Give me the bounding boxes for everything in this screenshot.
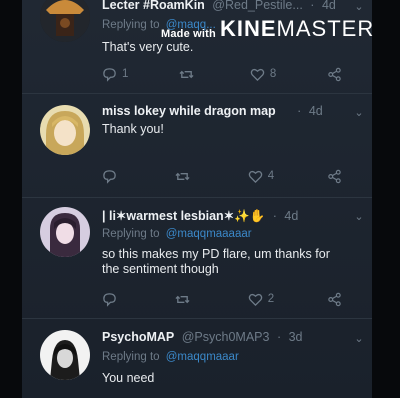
like-count: 8: [269, 68, 277, 80]
retweet-button[interactable]: [179, 67, 199, 82]
share-icon: [328, 67, 341, 81]
chevron-down-icon[interactable]: ⌄: [354, 334, 364, 345]
timestamp[interactable]: 3d: [289, 330, 303, 344]
tweet-text-line: so this makes my PD flare, um thanks for: [102, 247, 330, 261]
replying-to-label: Replying to: [102, 351, 160, 363]
replying-to-label: Replying to: [102, 228, 160, 240]
separator-dot: ·: [297, 104, 302, 118]
heart-icon: [250, 68, 265, 81]
tweet-header: PsychoMAP @Psych0MAP3 · 3d: [102, 330, 362, 348]
timestamp[interactable]: 4d: [309, 104, 323, 118]
timestamp[interactable]: 4d: [322, 0, 336, 12]
share-button[interactable]: [327, 169, 342, 184]
share-icon: [328, 169, 341, 183]
tweet-2[interactable]: miss lokey while dragon map · 4d ⌄ Thank…: [22, 93, 372, 198]
tweet-text-line: the sentiment though: [102, 262, 219, 276]
like-button[interactable]: 8: [250, 67, 276, 82]
replying-to: Replying to @maqqmaaaaar: [102, 228, 252, 240]
retweet-button[interactable]: [175, 169, 195, 184]
tweet-text: You need: [102, 371, 155, 385]
retweet-icon: [175, 172, 190, 180]
tweet-text: so this makes my PD flare, um thanks for…: [102, 247, 358, 277]
video-border-right: [372, 0, 400, 398]
tweet-1[interactable]: Lecter #RoamKin @Red_Pestile... · 4d ⌄ R…: [22, 0, 372, 94]
watermark-brand: KINEMASTER: [220, 16, 374, 42]
tweet-text: That's very cute.: [102, 40, 194, 54]
video-border-left: [0, 0, 22, 398]
tweet-header: Lecter #RoamKin @Red_Pestile... · 4d: [102, 0, 362, 16]
kinemaster-watermark: Made with KINEMASTER: [161, 16, 374, 42]
tweet-text: Thank you!: [102, 122, 164, 136]
chevron-down-icon[interactable]: ⌄: [354, 212, 364, 223]
chevron-down-icon[interactable]: ⌄: [354, 108, 364, 119]
like-button[interactable]: 4: [248, 169, 274, 184]
separator-dot: ·: [276, 330, 282, 344]
reply-icon: [103, 67, 116, 82]
like-count: 4: [267, 170, 275, 182]
heart-icon: [248, 170, 262, 183]
separator-dot: ·: [272, 209, 277, 223]
like-button[interactable]: 2: [248, 292, 274, 307]
retweet-button[interactable]: [175, 292, 195, 307]
separator-dot: ·: [310, 0, 315, 12]
replying-to: Replying to @maqqmaaar: [102, 351, 239, 363]
tweet-actions: 4: [102, 168, 342, 184]
tweet-3[interactable]: | li✶warmest lesbian✶✨✋ · 4d ⌄ Replying …: [22, 197, 372, 319]
share-button[interactable]: [327, 292, 342, 307]
replying-to-label: Replying to: [102, 19, 160, 31]
reply-icon: [103, 169, 116, 184]
reply-count: 1: [122, 68, 129, 80]
retweet-icon: [175, 295, 190, 303]
handle[interactable]: @Red_Pestile...: [212, 0, 303, 12]
avatar[interactable]: [40, 330, 90, 380]
chevron-down-icon[interactable]: ⌄: [354, 2, 364, 13]
watermark-made-with: Made with: [161, 28, 216, 40]
display-name[interactable]: PsychoMAP: [102, 330, 174, 344]
tweet-header: | li✶warmest lesbian✶✨✋ · 4d: [102, 208, 362, 226]
reply-button[interactable]: [102, 292, 122, 307]
share-icon: [328, 292, 341, 306]
display-name[interactable]: miss lokey while dragon map: [102, 104, 276, 118]
display-name[interactable]: Lecter #RoamKin: [102, 0, 205, 12]
reply-button[interactable]: [102, 169, 122, 184]
tweet-feed: Lecter #RoamKin @Red_Pestile... · 4d ⌄ R…: [0, 0, 400, 398]
handle[interactable]: @Psych0MAP3: [182, 330, 270, 344]
retweet-icon: [179, 70, 194, 78]
avatar[interactable]: [40, 0, 90, 42]
tweet-actions: 1 8: [102, 66, 342, 82]
reply-button[interactable]: 1: [102, 67, 128, 82]
avatar[interactable]: [40, 105, 90, 155]
reply-icon: [103, 292, 116, 307]
watermark-brand-bold: KINE: [219, 16, 277, 41]
mention-link[interactable]: @maqqmaaaaar: [166, 228, 252, 240]
heart-icon: [248, 293, 262, 306]
mention-link[interactable]: @maqqmaaar: [166, 351, 239, 363]
display-name[interactable]: | li✶warmest lesbian✶✨✋: [102, 209, 265, 223]
avatar[interactable]: [40, 207, 90, 257]
tweet-4[interactable]: PsychoMAP @Psych0MAP3 · 3d ⌄ Replying to…: [22, 318, 372, 398]
tweet-header: miss lokey while dragon map · 4d: [102, 104, 362, 122]
like-count: 2: [267, 293, 275, 305]
share-button[interactable]: [327, 67, 342, 82]
timestamp[interactable]: 4d: [284, 209, 298, 223]
watermark-brand-light: MASTER: [276, 16, 375, 41]
tweet-actions: 2: [102, 291, 342, 307]
